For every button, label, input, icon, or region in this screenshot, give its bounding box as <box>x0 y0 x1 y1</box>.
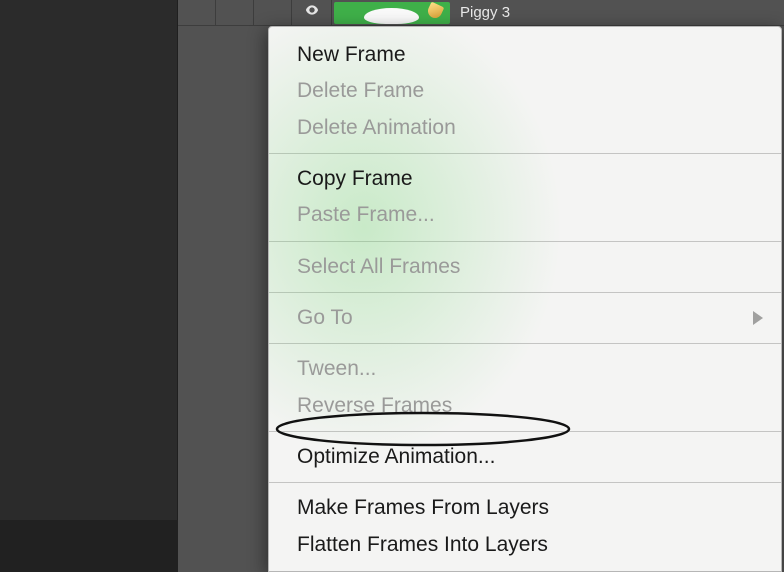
menu-separator <box>269 241 781 242</box>
menu-item-optimize-animation[interactable]: Optimize Animation... <box>269 439 781 475</box>
menu-separator <box>269 292 781 293</box>
left-panel <box>0 0 178 520</box>
menu-item-select-all-frames: Select All Frames <box>269 249 781 285</box>
layer-column-spacer <box>178 0 216 26</box>
menu-item-new-frame[interactable]: New Frame <box>269 37 781 73</box>
menu-item-delete-animation: Delete Animation <box>269 110 781 146</box>
layer-thumbnail[interactable] <box>334 2 450 24</box>
left-panel-footer <box>0 520 178 572</box>
menu-item-paste-frame: Paste Frame... <box>269 197 781 233</box>
menu-separator <box>269 153 781 154</box>
thumbnail-content <box>426 2 445 20</box>
chevron-right-icon <box>753 311 763 325</box>
layer-column-spacer <box>254 0 292 26</box>
menu-item-label: Go To <box>297 306 353 329</box>
menu-separator <box>269 343 781 344</box>
menu-item-flatten-frames-into-layers[interactable]: Flatten Frames Into Layers <box>269 527 781 563</box>
eye-icon <box>304 2 320 23</box>
menu-item-go-to: Go To <box>269 300 781 336</box>
menu-separator <box>269 431 781 432</box>
thumbnail-content <box>364 8 419 24</box>
layer-name-label[interactable]: Piggy 3 <box>460 4 510 21</box>
menu-separator <box>269 482 781 483</box>
menu-item-delete-frame: Delete Frame <box>269 73 781 109</box>
layer-row[interactable]: Piggy 3 <box>178 0 784 26</box>
menu-item-reverse-frames: Reverse Frames <box>269 388 781 424</box>
menu-item-make-frames-from-layers[interactable]: Make Frames From Layers <box>269 490 781 526</box>
menu-item-copy-frame[interactable]: Copy Frame <box>269 161 781 197</box>
layer-column-spacer <box>216 0 254 26</box>
app-window: Piggy 3 New Frame Delete Frame Delete An… <box>0 0 784 572</box>
visibility-toggle[interactable] <box>292 0 332 26</box>
timeline-context-menu: New Frame Delete Frame Delete Animation … <box>268 26 782 572</box>
menu-item-tween: Tween... <box>269 351 781 387</box>
menu-item-match-layer-across-frames: Match Layer Across Frames... <box>269 563 781 572</box>
